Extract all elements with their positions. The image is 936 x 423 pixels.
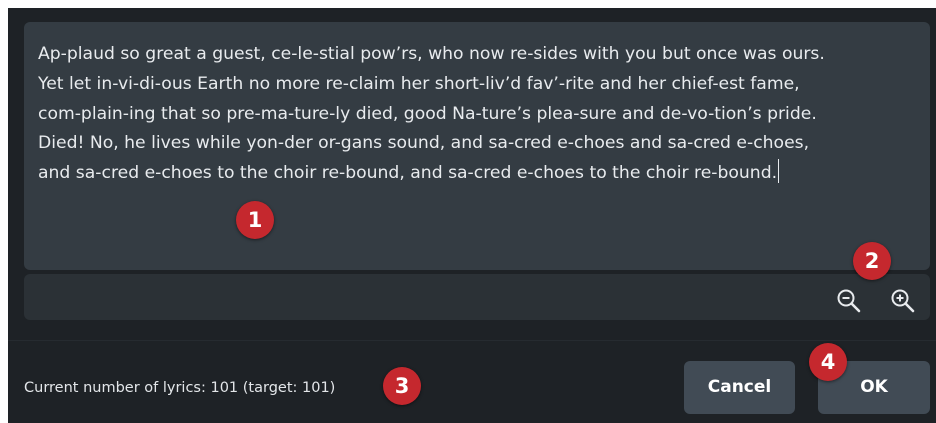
lyrics-line: Yet let in-vi-di-ous Earth no more re-cl… [38, 73, 800, 94]
lyrics-line-last: and sa-cred e-choes to the choir re-boun… [38, 159, 916, 189]
zoom-in-button[interactable] [888, 286, 918, 316]
lyrics-text-editor[interactable]: Ap-plaud so great a guest, ce-le-stial p… [24, 22, 930, 270]
cancel-button[interactable]: Cancel [684, 361, 795, 414]
lyrics-line: com-plain-ing that so pre-ma-ture-ly die… [38, 103, 817, 124]
footer-divider [8, 340, 936, 341]
callout-badge-2: 2 [853, 242, 891, 280]
zoom-out-icon [837, 289, 861, 313]
text-caret [778, 159, 780, 184]
zoom-in-icon [891, 289, 915, 313]
callout-badge-4: 4 [809, 343, 847, 381]
zoom-toolbar [24, 274, 930, 320]
callout-badge-3: 3 [383, 367, 421, 405]
lyrics-line-text: and sa-cred e-choes to the choir re-boun… [38, 163, 778, 184]
lyrics-dialog: Ap-plaud so great a guest, ce-le-stial p… [8, 8, 936, 423]
lyrics-line: Died! No, he lives while yon-der or-gans… [38, 133, 810, 154]
lyrics-line: Ap-plaud so great a guest, ce-le-stial p… [38, 44, 825, 64]
callout-badge-1: 1 [236, 201, 274, 239]
zoom-out-button[interactable] [834, 286, 864, 316]
lyrics-count-status: Current number of lyrics: 101 (target: 1… [24, 380, 336, 396]
